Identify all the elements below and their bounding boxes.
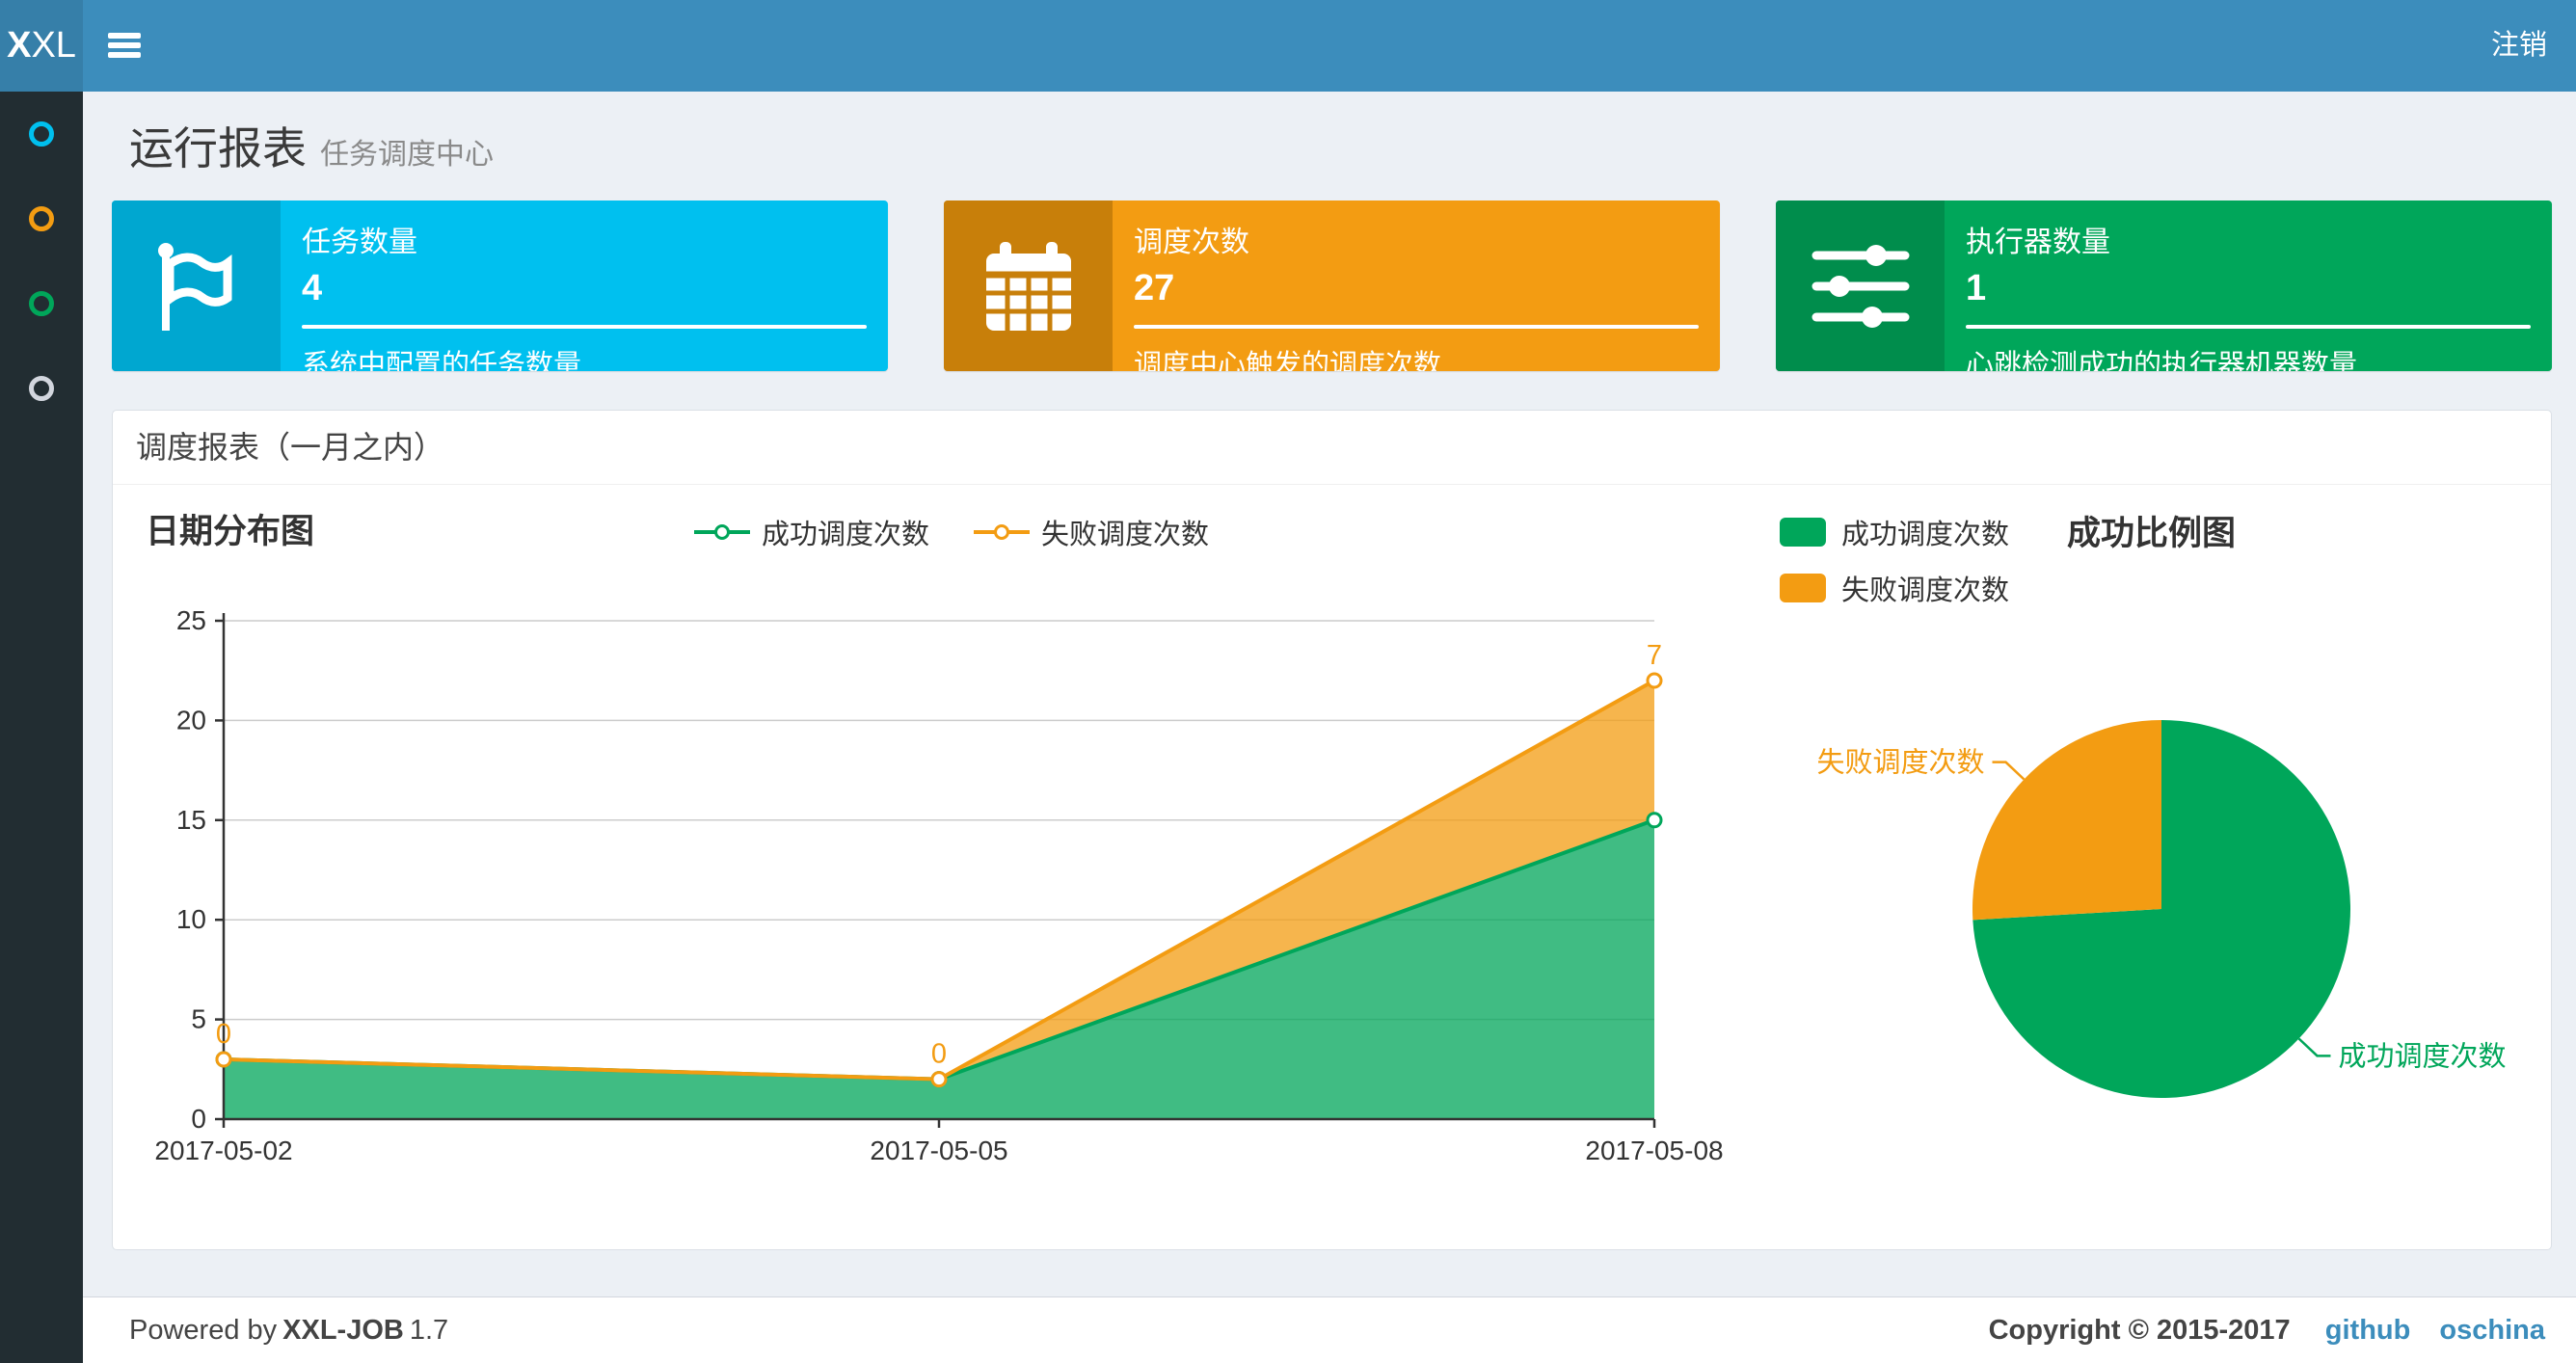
info-box-label: 任务数量 <box>302 227 417 258</box>
legend-item-success[interactable]: 成功调度次数 <box>693 512 929 552</box>
svg-text:2017-05-08: 2017-05-08 <box>1585 1136 1723 1165</box>
logout-link[interactable]: 注销 <box>2491 0 2547 92</box>
line-marker-icon <box>974 524 1030 540</box>
svg-text:0: 0 <box>216 1019 231 1050</box>
circle-o-icon <box>29 376 54 401</box>
svg-text:2017-05-02: 2017-05-02 <box>154 1136 292 1165</box>
calendar-icon <box>944 200 1113 371</box>
info-box-label: 执行器数量 <box>1966 227 2110 258</box>
info-box-value: 27 <box>1134 268 1175 308</box>
oschina-link[interactable]: oschina <box>2439 1315 2545 1346</box>
svg-text:5: 5 <box>191 1004 206 1034</box>
footer-copyright: Copyright © 2015-2017 github oschina <box>1988 1314 2545 1346</box>
info-box-jobs: 任务数量 4 系统中配置的任务数量 <box>112 200 888 371</box>
circle-o-icon <box>29 206 54 231</box>
info-box-value: 4 <box>302 268 323 308</box>
svg-text:10: 10 <box>176 904 206 934</box>
sidebar-menu-item-2[interactable] <box>0 176 83 261</box>
sidebar-menu-item-3[interactable] <box>0 261 83 346</box>
svg-text:失败调度次数: 失败调度次数 <box>1817 747 1985 779</box>
svg-text:0: 0 <box>931 1039 947 1070</box>
flag-icon <box>112 200 281 371</box>
github-link[interactable]: github <box>2325 1315 2411 1346</box>
panel-title: 调度报表（一月之内） <box>113 411 2551 485</box>
info-box-description: 心跳检测成功的执行器机器数量 <box>1966 350 2358 371</box>
page-header: 运行报表 任务调度中心 <box>129 114 494 177</box>
report-panel: 调度报表（一月之内） 日期分布图 成功调度次数 失败调度次数 0 5 10 15 20 2… <box>112 410 2552 1250</box>
legend-item-success[interactable]: 成功调度次数 <box>1780 512 2009 552</box>
info-box-executors: 执行器数量 1 心跳检测成功的执行器机器数量 <box>1776 200 2552 371</box>
legend-swatch-icon <box>1780 518 1826 547</box>
top-navbar: X XL 注销 <box>0 0 2576 92</box>
sidebar <box>0 92 83 1363</box>
info-box-description: 系统中配置的任务数量 <box>302 350 582 371</box>
svg-text:15: 15 <box>176 805 206 835</box>
svg-text:2017-05-05: 2017-05-05 <box>870 1136 1007 1165</box>
line-chart-legend: 成功调度次数 失败调度次数 <box>653 512 1250 552</box>
line-marker-icon <box>693 524 750 540</box>
line-chart-title: 日期分布图 <box>146 513 315 550</box>
svg-text:25: 25 <box>176 605 206 635</box>
info-box-divider <box>1966 325 2531 329</box>
circle-o-icon <box>29 121 54 147</box>
date-distribution-chart[interactable]: 05101520252017-05-02 2017-05-05 2017-05-08… <box>146 578 1765 1215</box>
pie-chart-title: 成功比例图 <box>2067 515 2237 552</box>
info-box-triggers: 调度次数 27 调度中心触发的调度次数 <box>944 200 1720 371</box>
circle-o-icon <box>29 291 54 316</box>
info-box-row: 任务数量 4 系统中配置的任务数量 调度次数 27 调度中心触发的调度次数 执行… <box>112 200 2552 371</box>
sliders-icon <box>1776 200 1945 371</box>
svg-text:7: 7 <box>1647 640 1662 671</box>
sidebar-toggle-icon[interactable] <box>108 29 147 64</box>
legend-item-fail[interactable]: 失败调度次数 <box>974 512 1209 552</box>
footer-powered-by: Powered by XXL-JOB 1.7 <box>129 1314 449 1346</box>
page-subtitle: 任务调度中心 <box>320 139 494 171</box>
sidebar-menu-item-1[interactable] <box>0 92 83 176</box>
info-box-divider <box>1134 325 1699 329</box>
success-ratio-pie-chart[interactable]: 成功调度次数 失败调度次数 <box>1765 578 2551 1215</box>
app-logo[interactable]: X XL <box>0 0 83 92</box>
footer: Powered by XXL-JOB 1.7 Copyright © 2015-20… <box>83 1296 2576 1363</box>
info-box-value: 1 <box>1966 268 1987 308</box>
info-box-description: 调度中心触发的调度次数 <box>1134 350 1442 371</box>
svg-text:成功调度次数: 成功调度次数 <box>2338 1040 2506 1072</box>
page-title: 运行报表 <box>129 123 307 174</box>
svg-text:0: 0 <box>191 1104 206 1134</box>
info-box-divider <box>302 325 867 329</box>
sidebar-menu-item-4[interactable] <box>0 346 83 431</box>
info-box-label: 调度次数 <box>1134 227 1249 258</box>
svg-text:20: 20 <box>176 705 206 735</box>
